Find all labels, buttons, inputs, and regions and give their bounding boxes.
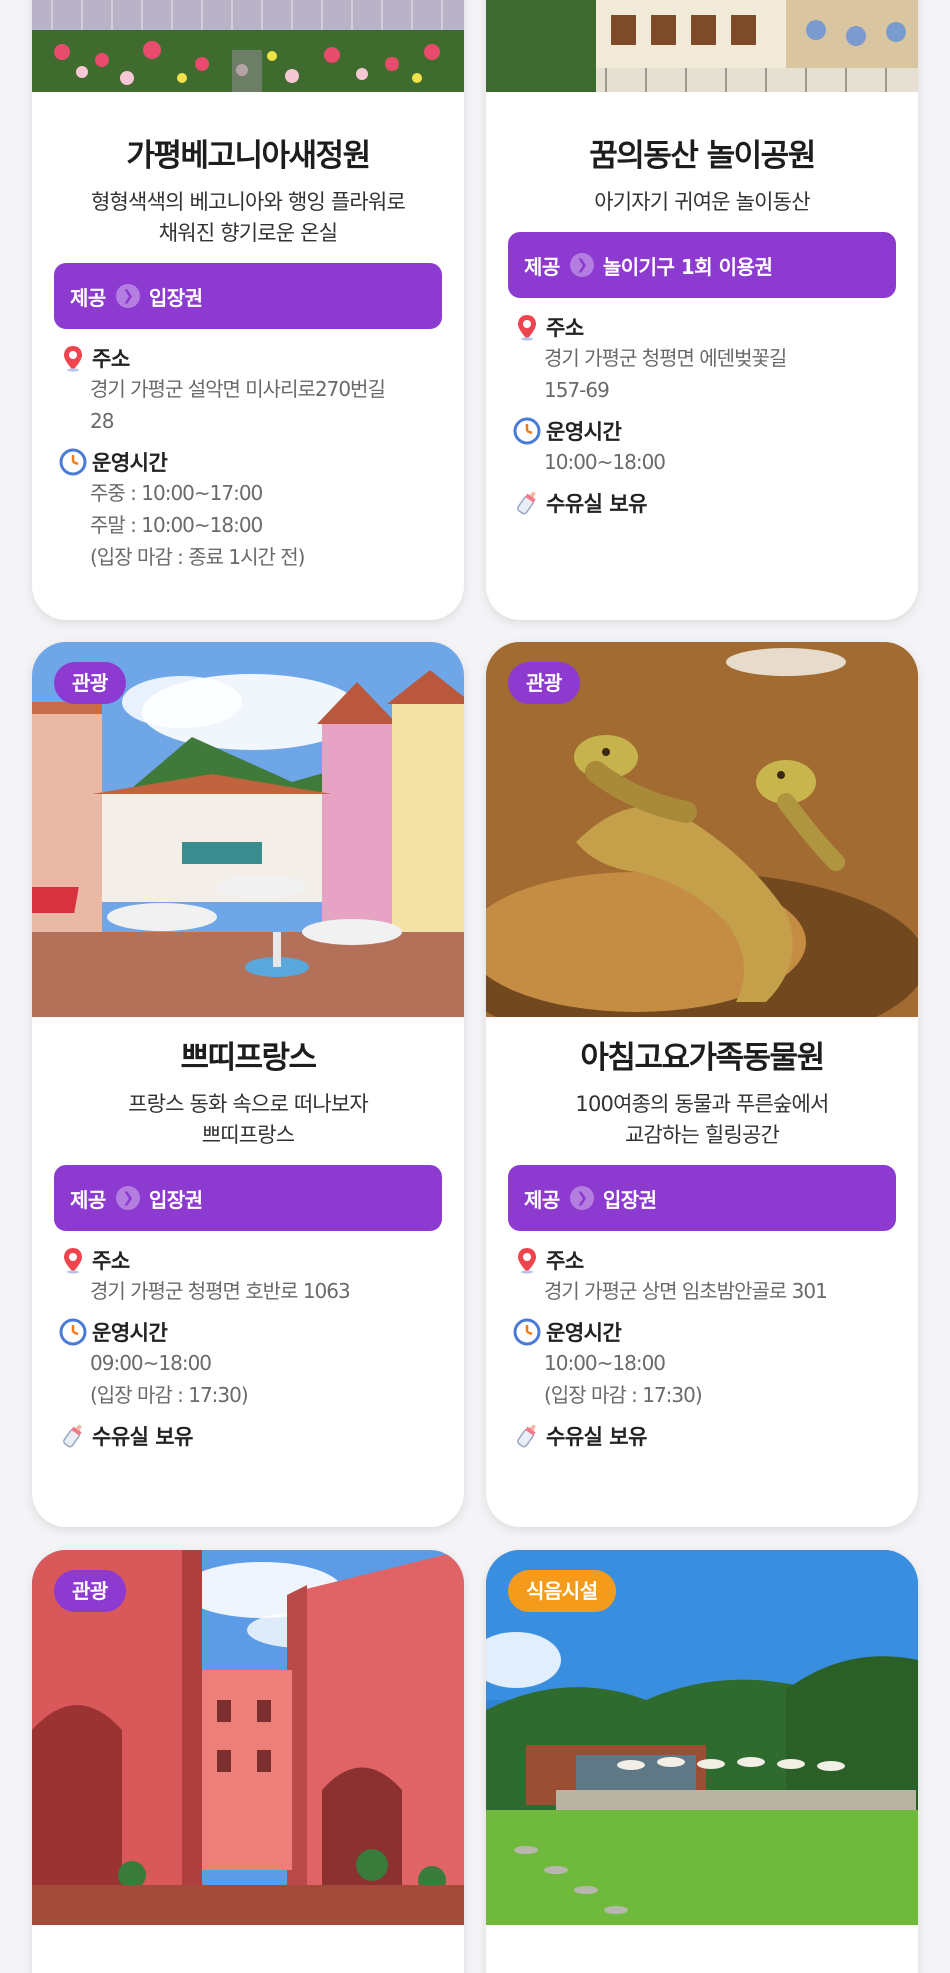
- hours-heading: 운영시간: [58, 447, 464, 477]
- baby-bottle-icon: [58, 1421, 88, 1451]
- provide-label: 제공: [70, 1187, 106, 1212]
- category-badge: 관광: [54, 1570, 126, 1612]
- provide-banner: 제공 ❯ 입장권: [54, 1165, 442, 1231]
- chevron-right-icon: ❯: [115, 284, 140, 308]
- baby-bottle-icon: [512, 488, 542, 518]
- nursing-room-heading: 수유실 보유: [512, 1421, 918, 1451]
- address-text: 경기 가평군 상면 임초밤안골로 301: [544, 1279, 828, 1303]
- attraction-card-family-zoo[interactable]: 관광 아침고요가족동물원 100여종의 동물과 푸른숲에서 교감하는 힐링공간 …: [486, 642, 918, 1527]
- attraction-card-italy-village[interactable]: 관광: [32, 1550, 464, 1973]
- location-pin-icon: [58, 343, 88, 373]
- card-title: 아침고요가족동물원: [580, 1040, 825, 1076]
- address-heading: 주소: [58, 343, 464, 373]
- card-image-food-facility: 식음시설: [486, 1550, 918, 1925]
- address-text: 경기 가평군 설악면 미사리로270번길 28: [90, 377, 386, 433]
- provide-item: 놀이기구 1회 이용권: [602, 254, 773, 279]
- card-description: 100여종의 동물과 푸른숲에서 교감하는 힐링공간: [575, 1092, 829, 1147]
- clock-icon: [512, 416, 542, 446]
- address-text: 경기 가평군 청평면 에덴벚꽃길 157-69: [544, 346, 787, 402]
- provide-label: 제공: [524, 254, 560, 279]
- provide-banner: 제공 ❯ 입장권: [54, 263, 442, 329]
- card-title: 쁘띠프랑스: [180, 1040, 317, 1076]
- provide-banner: 제공 ❯ 입장권: [508, 1165, 896, 1231]
- chevron-right-icon: ❯: [569, 1186, 594, 1210]
- category-badge: 관광: [54, 662, 126, 704]
- card-description: 아기자기 귀여운 놀이동산: [594, 190, 810, 214]
- card-title: 꿈의동산 놀이공원: [589, 138, 816, 174]
- hours-heading: 운영시간: [512, 1317, 918, 1347]
- location-pin-icon: [512, 312, 542, 342]
- card-description: 프랑스 동화 속으로 떠나보자 쁘띠프랑스: [128, 1092, 369, 1147]
- address-heading: 주소: [58, 1245, 464, 1275]
- attraction-card-food-facility[interactable]: 식음시설: [486, 1550, 918, 1973]
- address-heading: 주소: [512, 1245, 918, 1275]
- address-heading: 주소: [512, 312, 918, 342]
- card-image-dreamland: [486, 0, 918, 92]
- chevron-right-icon: ❯: [569, 253, 594, 277]
- hours-heading: 운영시간: [58, 1317, 464, 1347]
- card-image-italy-village: 관광: [32, 1550, 464, 1925]
- attraction-card-begonia[interactable]: 가평베고니아새정원 형형색색의 베고니아와 행잉 플라워로 채워진 향기로운 온…: [32, 0, 464, 620]
- hours-heading: 운영시간: [512, 416, 918, 446]
- info-section: 주소 경기 가평군 상면 임초밤안골로 301 운영시간 10:00~18:00…: [512, 1245, 918, 1451]
- clock-icon: [58, 447, 88, 477]
- info-section: 주소 경기 가평군 청평면 호반로 1063 운영시간 09:00~18:00 …: [58, 1245, 464, 1451]
- provide-label: 제공: [70, 285, 106, 310]
- card-title: 가평베고니아새정원: [126, 138, 371, 174]
- location-pin-icon: [512, 1245, 542, 1275]
- card-image-begonia: [32, 0, 464, 92]
- category-badge: 식음시설: [508, 1570, 616, 1612]
- chevron-right-icon: ❯: [115, 1186, 140, 1210]
- card-description: 형형색색의 베고니아와 행잉 플라워로 채워진 향기로운 온실: [91, 190, 406, 245]
- info-section: 주소 경기 가평군 청평면 에덴벚꽃길 157-69 운영시간 10:00~18…: [512, 312, 918, 518]
- attraction-card-dreamland[interactable]: 꿈의동산 놀이공원 아기자기 귀여운 놀이동산 제공 ❯ 놀이기구 1회 이용권…: [486, 0, 918, 620]
- card-image-petite-france: 관광: [32, 642, 464, 1017]
- nursing-room-heading: 수유실 보유: [58, 1421, 464, 1451]
- provide-item: 입장권: [602, 1187, 657, 1212]
- attraction-card-petite-france[interactable]: 관광 쁘띠프랑스 프랑스 동화 속으로 떠나보자 쁘띠프랑스 제공 ❯ 입장권 …: [32, 642, 464, 1527]
- card-image-family-zoo: 관광: [486, 642, 918, 1017]
- provide-label: 제공: [524, 1187, 560, 1212]
- nursing-room-heading: 수유실 보유: [512, 488, 918, 518]
- category-badge: 관광: [508, 662, 580, 704]
- hours-text: 09:00~18:00 (입장 마감 : 17:30): [90, 1351, 249, 1407]
- baby-bottle-icon: [512, 1421, 542, 1451]
- hours-text: 10:00~18:00 (입장 마감 : 17:30): [544, 1351, 703, 1407]
- hours-text: 주중 : 10:00~17:00 주말 : 10:00~18:00 (입장 마감…: [90, 481, 305, 569]
- location-pin-icon: [58, 1245, 88, 1275]
- clock-icon: [512, 1317, 542, 1347]
- hours-text: 10:00~18:00: [544, 450, 666, 474]
- clock-icon: [58, 1317, 88, 1347]
- provide-item: 입장권: [148, 285, 203, 310]
- provide-item: 입장권: [148, 1187, 203, 1212]
- address-text: 경기 가평군 청평면 호반로 1063: [90, 1279, 351, 1303]
- info-section: 주소 경기 가평군 설악면 미사리로270번길 28 운영시간 주중 : 10:…: [58, 343, 464, 573]
- provide-banner: 제공 ❯ 놀이기구 1회 이용권: [508, 232, 896, 298]
